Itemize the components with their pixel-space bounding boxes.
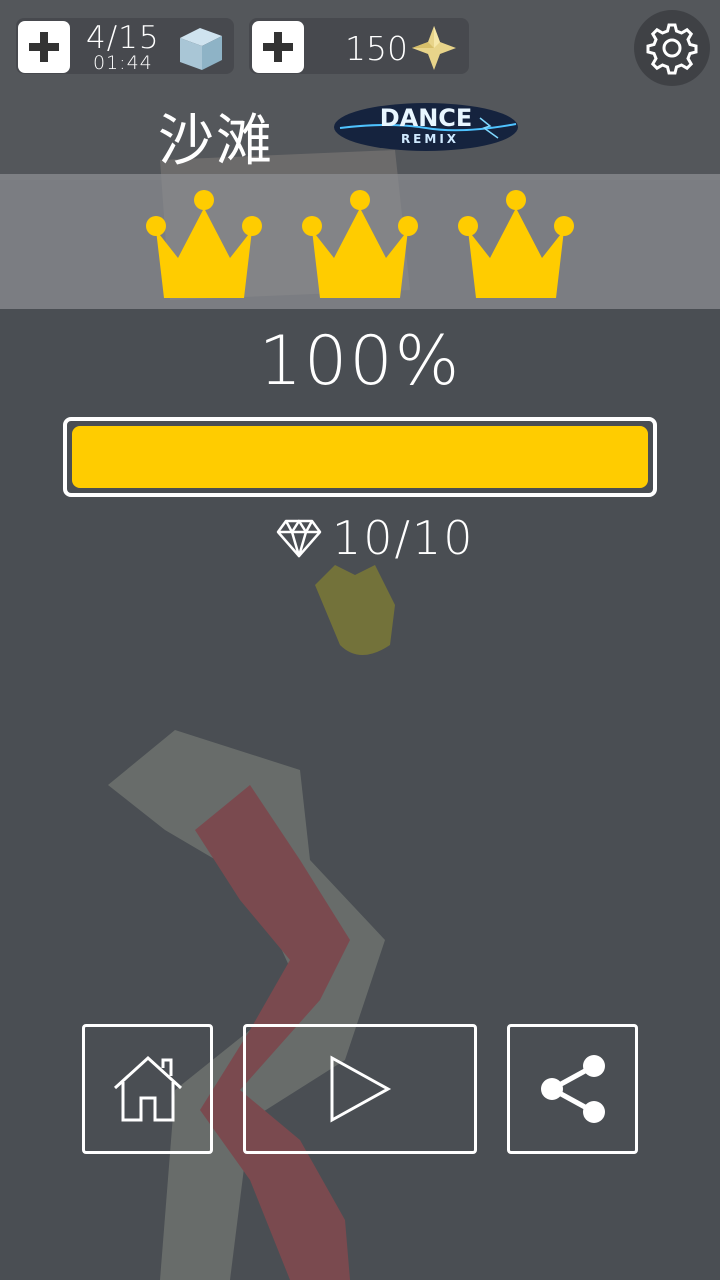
plus-icon — [29, 32, 59, 62]
dance-remix-logo: DANCE REMIX — [330, 98, 522, 156]
crown-icon-3 — [458, 190, 574, 298]
logo-word-dance: DANCE — [380, 104, 473, 132]
settings-button[interactable] — [634, 10, 710, 86]
ice-cube-icon — [180, 28, 222, 70]
replay-button[interactable] — [243, 1024, 477, 1154]
gems-collected-count: 10/10 — [332, 511, 475, 565]
share-icon — [540, 1055, 605, 1123]
crown-icon-2 — [302, 190, 418, 298]
add-gems-button[interactable] — [252, 21, 304, 73]
crown-icon-1 — [146, 190, 262, 298]
plus-icon — [263, 32, 293, 62]
add-lives-button[interactable] — [18, 21, 70, 73]
logo-word-remix: REMIX — [401, 132, 459, 146]
play-icon — [330, 1055, 392, 1123]
gem-star-icon — [412, 26, 456, 70]
progress-fill — [72, 426, 648, 488]
share-button[interactable] — [507, 1024, 638, 1154]
gems-collected: 10/10 — [276, 511, 475, 565]
home-icon — [113, 1055, 182, 1122]
completion-progress-bar — [63, 417, 657, 497]
level-title: 沙滩 — [158, 109, 274, 174]
lives-timer: 01:44 — [93, 52, 153, 74]
lives-count: 4/15 — [86, 20, 160, 56]
home-button[interactable] — [82, 1024, 213, 1154]
gem-count: 150 — [345, 29, 408, 68]
completion-percent: 100% — [258, 322, 462, 401]
diamond-icon — [276, 519, 322, 558]
gear-icon — [646, 23, 698, 75]
